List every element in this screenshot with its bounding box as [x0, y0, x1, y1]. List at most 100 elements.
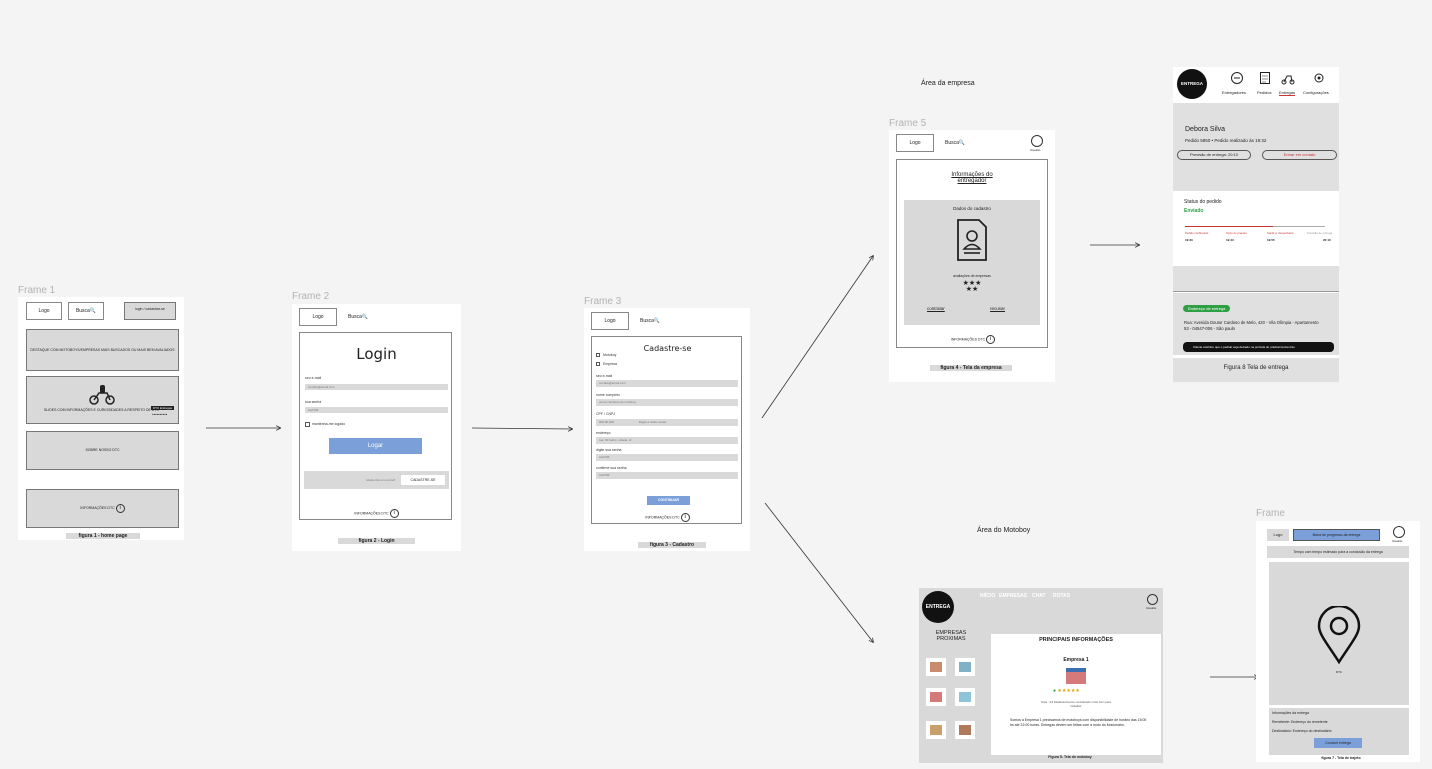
info-footer[interactable]: INFORMAÇÕES DTC i [26, 489, 179, 528]
confirm-password-field[interactable]: Ae07## [596, 472, 738, 479]
user-label: Usuário [1146, 606, 1157, 610]
registration-data-panel: Dados do cadastro avaliações de empresas… [904, 200, 1040, 325]
frame6-caption: Figura 5- Tela do motoboy [1048, 755, 1092, 759]
store-icon [1066, 668, 1086, 684]
step-1-label: Pedido confirmado [1185, 231, 1209, 235]
frame3-caption: figura 3 - Cadastro [638, 542, 706, 548]
email-field[interactable]: contato@email.com [305, 384, 448, 390]
frame1-label: Frame 1 [18, 285, 56, 296]
logo[interactable]: Logo [896, 134, 934, 152]
logo[interactable]: Logo [1267, 529, 1289, 541]
step-3-label: Saída p/ despachado [1267, 231, 1294, 235]
nav-empresas[interactable]: EMPRESAS [999, 593, 1027, 599]
empresa-checkbox[interactable] [596, 362, 600, 366]
map-area[interactable]: DTC [1269, 562, 1409, 705]
rating-note: Nota : 4,5 Estabelecimento considerado m… [1041, 700, 1111, 708]
logo[interactable]: Logo [299, 308, 337, 326]
email-field[interactable]: contato@email.com [596, 380, 738, 387]
search-box[interactable]: Busca🔍 [945, 140, 965, 146]
info-label: INFORMAÇÕES DTC [645, 515, 680, 520]
nav-pedidos[interactable]: Pedidos [1257, 90, 1271, 95]
info-line-2: Remetente: Endereço do remetente [1272, 720, 1328, 724]
login-card: Login seu e-mail contato@email.com sua s… [299, 332, 452, 520]
continue-button[interactable]: CONTINUAR [647, 496, 690, 505]
decline-link[interactable]: recusar [990, 306, 1005, 311]
courier-info-title: Informações do entregador [951, 172, 993, 184]
nav-entregas[interactable]: Entregas [1279, 90, 1296, 96]
document-profile-icon [957, 219, 987, 261]
slides-dots[interactable]: ●●●●●●●●●● [152, 413, 167, 416]
company-thumb-1[interactable] [926, 658, 946, 676]
frame2-login: Logo Busca🔍 Login seu e-mail contato@ema… [292, 304, 461, 551]
slides-text: SLIDES COM INFORMAÇÕES E CURIOSIDADES A … [43, 408, 160, 412]
settings-icon [1314, 73, 1324, 83]
login-button[interactable]: Logar [329, 438, 422, 454]
progress-fill [1185, 226, 1273, 227]
info-line-1: Informações da entrega [1272, 711, 1309, 715]
user-icon[interactable] [1147, 594, 1158, 605]
contact-button[interactable]: Entrar em contato [1262, 150, 1337, 160]
email-label: seu e-mail [596, 374, 613, 378]
nav-rotas[interactable]: ROTAS [1053, 593, 1070, 599]
company-thumb-5[interactable] [926, 721, 946, 739]
company-thumb-4[interactable] [955, 688, 975, 706]
remember-checkbox[interactable] [305, 422, 310, 427]
delivery-address: Endereço de entrega Rua: Avenida Doutor … [1173, 293, 1339, 355]
cpf-field[interactable]: 000.00.000 Digite a razão social [596, 419, 738, 426]
section-title-motoboy: Área do Motoboy [977, 527, 1031, 534]
order-status: Status do pedido Enviado Pedido confirma… [1173, 191, 1339, 266]
complete-delivery-button[interactable]: Concluir entrega [1314, 738, 1362, 748]
step-4-label: Previsão de entrega [1307, 231, 1333, 235]
confirm-password-label: confirme sua senha [596, 466, 627, 470]
company-thumb-2[interactable] [955, 658, 975, 676]
status-label: Status do pedido [1184, 199, 1222, 205]
main-info-title: PRINCIPAIS INFORMAÇÕES [1039, 637, 1113, 643]
nav-configuracoes[interactable]: Configurações [1303, 90, 1329, 95]
company-thumb-6[interactable] [955, 721, 975, 739]
info-footer[interactable]: INFORMAÇÕES DTC i [897, 335, 1049, 344]
step-2-label: Início do preparo [1226, 231, 1247, 235]
customer-name: Debora Silva [1185, 126, 1226, 133]
slides-panel[interactable]: SLIDES COM INFORMAÇÕES E CURIOSIDADES A … [26, 376, 179, 424]
order-header: Debora Silva Pedido 5850 • Pedido realiz… [1173, 103, 1339, 191]
frame6-tela-motoboy: ENTREGA INÍCIO EMPRESAS CHAT ROTAS Usuár… [919, 588, 1163, 763]
info-footer[interactable]: INFORMAÇÕES DTC i [592, 513, 743, 522]
frame3-label: Frame 3 [584, 296, 622, 307]
nav-inicio[interactable]: INÍCIO [980, 593, 995, 599]
user-icon[interactable] [1031, 135, 1043, 147]
search-box[interactable]: Busca🔍 [640, 318, 660, 324]
login-signup-button[interactable]: login / cadastrar-se [124, 302, 176, 320]
frame7-tela-trajeto: Logo Barra de progresso da entrega Usuár… [1256, 521, 1420, 762]
motoboy-checkbox[interactable] [596, 353, 600, 357]
slides-badge: DTC Entregas [151, 406, 175, 410]
customer-note: Cliente solicitou que o pedido seja deix… [1183, 342, 1334, 352]
name-field[interactable]: nome completo do motoboy [596, 399, 738, 406]
nav-chat[interactable]: CHAT [1032, 593, 1046, 599]
frame1-home-page: Logo Busca🔍 login / cadastrar-se DESTAQU… [18, 297, 184, 540]
step-3-time: 19:55 [1267, 238, 1275, 242]
password-field[interactable]: Ae07## [596, 454, 738, 461]
logo[interactable]: Logo [591, 312, 629, 330]
address-badge: Endereço de entrega [1183, 305, 1231, 312]
info-icon: i [680, 513, 690, 522]
user-label: Usuário [1392, 539, 1403, 543]
signup-button[interactable]: CADASTRE-SE [401, 475, 445, 485]
motoboy-label: Motoboy [603, 353, 617, 357]
nav-entregadores[interactable]: Entregadores [1222, 90, 1246, 95]
delivery-info-panel: Informações da entrega Remetente: Endere… [1269, 708, 1409, 755]
logo[interactable]: Logo [26, 302, 62, 320]
email-label: seu e-mail [305, 376, 322, 380]
password-field[interactable]: Ae07## [305, 407, 448, 413]
frame8-tela-entrega: ENTREGA Entregadores Pedidos Entregas Co… [1173, 67, 1339, 382]
address-text: Rua: Avenida Doutor Cardoso de Melo, 420… [1184, 320, 1319, 331]
hire-link[interactable]: contratar [927, 306, 945, 311]
search-box[interactable]: Busca🔍 [348, 314, 368, 320]
ratings-label: avaliações de empresas [953, 274, 991, 278]
eta-bar: Tempo com tempo estimado para a conclusã… [1267, 546, 1409, 558]
search-box[interactable]: Busca🔍 [68, 302, 104, 320]
user-icon[interactable] [1393, 526, 1405, 538]
company-thumb-3[interactable] [926, 688, 946, 706]
no-account-text: Ainda não tem conta? [366, 478, 396, 482]
info-footer[interactable]: INFORMAÇÕES DTC i [300, 509, 453, 518]
address-field[interactable]: rua, 00 bairro, cidade, sf [596, 437, 738, 444]
